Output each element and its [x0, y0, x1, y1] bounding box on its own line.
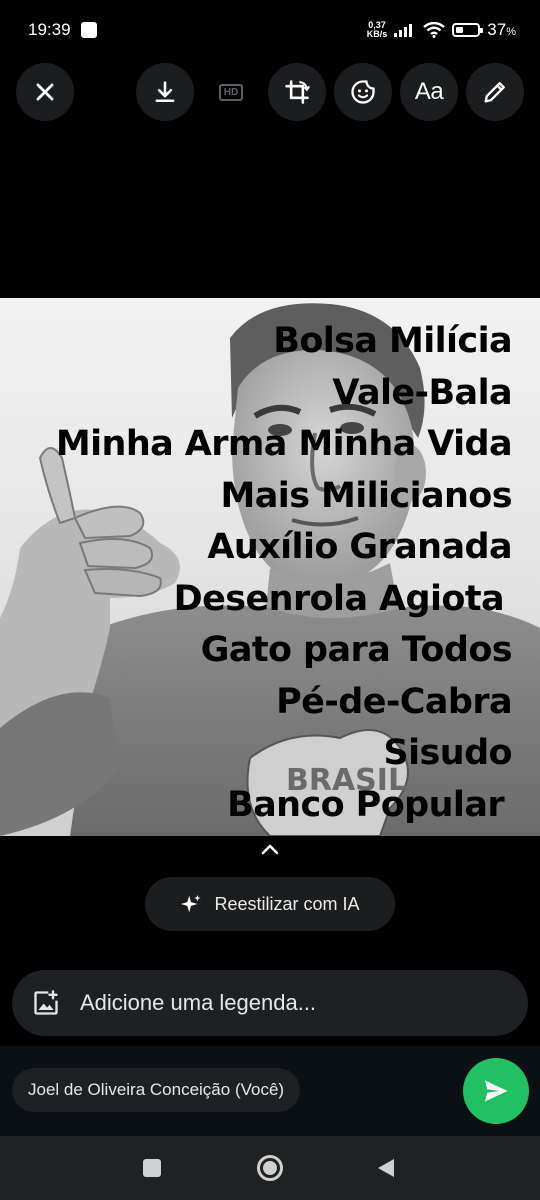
download-button[interactable] — [136, 63, 194, 121]
signal-icon — [394, 24, 413, 37]
back-icon — [378, 1159, 394, 1177]
overlay-line: Desenrola Agiota — [173, 578, 505, 619]
status-right: 0,37 KB/s 37% — [367, 20, 516, 40]
draw-button[interactable] — [466, 63, 524, 121]
system-nav-bar — [0, 1136, 540, 1200]
send-button[interactable] — [463, 1058, 529, 1124]
recents-button[interactable] — [122, 1136, 182, 1200]
recents-icon — [143, 1159, 161, 1177]
ai-restyle-label: Reestilizar com IA — [214, 893, 360, 914]
status-time: 19:39 — [28, 20, 71, 39]
download-icon — [155, 81, 175, 103]
chevron-up-icon[interactable] — [257, 838, 283, 860]
text-icon: Aa — [414, 78, 444, 105]
overlay-line: Auxílio Granada — [207, 527, 512, 567]
wifi-icon — [423, 22, 446, 38]
sticker-button[interactable] — [334, 63, 392, 121]
crop-rotate-button[interactable] — [268, 63, 326, 121]
network-speed: 0,37 KB/s — [367, 21, 388, 39]
overlay-line: Gato para Todos — [200, 630, 513, 670]
caption-placeholder: Adicione uma legenda... — [80, 990, 317, 1015]
overlay-line: Bolsa Milícia — [273, 321, 512, 361]
ai-restyle-button[interactable]: Reestilizar com IA — [145, 877, 395, 931]
overlay-line: Banco Popular — [227, 784, 505, 825]
back-button[interactable] — [356, 1136, 416, 1200]
hd-quality-button[interactable]: HD — [202, 63, 260, 121]
battery-icon — [452, 23, 484, 37]
send-icon — [484, 1080, 508, 1102]
overlay-line: Minha Arma Minha Vida — [55, 424, 513, 464]
overlay-line: Sisudo — [383, 733, 513, 773]
battery-level: 37% — [487, 20, 516, 39]
pencil-icon — [484, 82, 505, 103]
notification-icon — [80, 22, 97, 38]
sparkle-icon — [181, 894, 202, 913]
media-preview: BRASIL Bolsa Milícia Vale-Bala Minha Arm… — [0, 298, 540, 836]
recipient-name: Joel de Oliveira Conceição (Você) — [28, 1080, 285, 1099]
overlay-line: Vale-Bala — [332, 372, 512, 413]
overlay-line: Pé-de-Cabra — [276, 681, 512, 722]
sticker-icon — [351, 80, 375, 104]
caption-input[interactable]: Adicione uma legenda... — [12, 970, 528, 1036]
crop-rotate-icon — [285, 80, 310, 104]
text-tool-button[interactable]: Aa — [400, 63, 458, 121]
editor-toolbar: HD Aa — [0, 63, 540, 121]
status-left: 19:39 — [28, 20, 97, 40]
send-panel: Joel de Oliveira Conceição (Você) — [0, 1046, 540, 1136]
close-button[interactable] — [16, 63, 74, 121]
network-speed-unit: KB/s — [366, 29, 388, 39]
overlay-text-block[interactable]: Bolsa Milícia Vale-Bala Minha Arma Minha… — [55, 316, 513, 831]
hd-icon: HD — [218, 83, 244, 101]
overlay-line: Mais Milicianos — [220, 475, 513, 516]
home-icon — [257, 1155, 283, 1181]
home-button[interactable] — [240, 1136, 300, 1200]
recipient-chip[interactable]: Joel de Oliveira Conceição (Você) — [12, 1068, 301, 1112]
add-image-icon[interactable] — [32, 989, 60, 1017]
status-bar: 19:39 0,37 KB/s 37% — [0, 0, 540, 60]
close-icon — [36, 83, 54, 101]
